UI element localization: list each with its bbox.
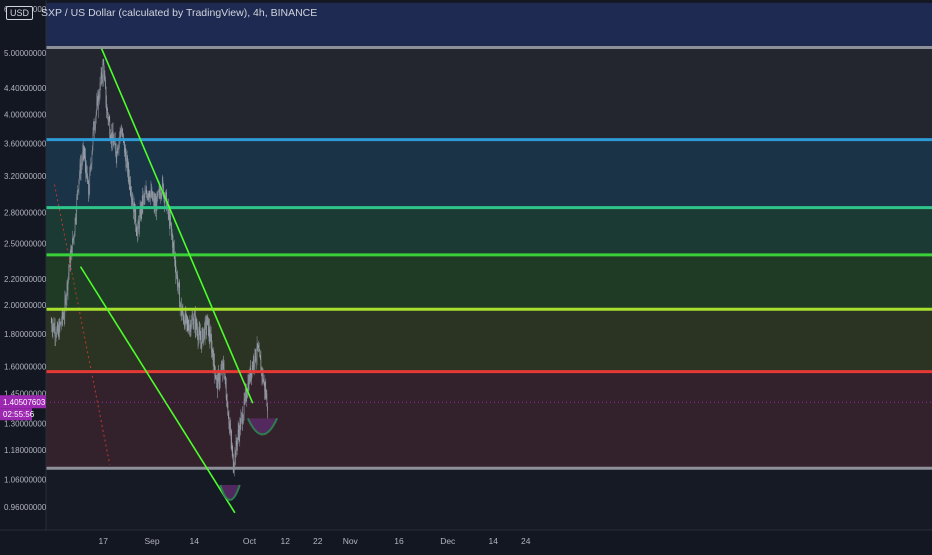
time-tick-label: 22 <box>313 536 323 546</box>
price-tick-label: 1.30000000 <box>4 420 47 429</box>
time-tick-label: 17 <box>99 536 109 546</box>
price-tick-label: 2.80000000 <box>4 209 47 218</box>
time-tick-label: Oct <box>243 536 257 546</box>
price-tick-label: 1.18000000 <box>4 446 47 455</box>
time-tick-label: 14 <box>190 536 200 546</box>
chart-header: USD SXP / US Dollar (calculated by Tradi… <box>0 0 317 26</box>
time-tick-label: 12 <box>281 536 291 546</box>
time-axis: 17 Sep 14 Oct 12 22 Nov 16 Dec 14 24 <box>0 529 932 550</box>
candle-body-385 <box>259 350 261 356</box>
time-axis-panel <box>0 530 932 550</box>
candle-body-95 <box>102 64 104 79</box>
candle-body-312 <box>219 373 221 381</box>
zone-band-7 <box>46 468 932 530</box>
candle-body-151 <box>132 202 134 204</box>
current-price-label: 1.40507603 <box>3 398 46 407</box>
zone-band-6 <box>46 371 932 469</box>
time-tick-label: Sep <box>144 536 159 546</box>
price-tick-label: 2.00000000 <box>4 301 47 310</box>
zone-band-5 <box>46 309 932 372</box>
candle-body-75 <box>91 154 93 165</box>
candle-body-301 <box>213 354 215 366</box>
currency-badge[interactable]: USD <box>6 6 34 20</box>
candle-body-220 <box>170 215 171 224</box>
candle-body-160 <box>137 222 139 232</box>
price-tick-label: 5.00000000 <box>4 49 47 58</box>
time-tick-label: 14 <box>489 536 499 546</box>
zone-band-2 <box>46 139 932 208</box>
chart-title: SXP / US Dollar (calculated by TradingVi… <box>41 7 318 19</box>
candle-body-100 <box>105 79 106 87</box>
candle-body-399 <box>267 406 268 412</box>
candle-body-33 <box>68 267 70 273</box>
zone-band-1 <box>46 47 932 140</box>
price-chart[interactable]: 5.00000000 4.40000000 4.00000000 3.60000000… <box>0 0 932 550</box>
candle-body-276 <box>200 339 202 343</box>
price-tick-label: 1.60000000 <box>4 362 47 371</box>
price-tick-label: 1.80000000 <box>4 330 47 339</box>
price-tick-label: 3.60000000 <box>4 139 47 148</box>
price-tick-label: 0.96000000 <box>4 503 47 512</box>
time-tick-label: 24 <box>521 536 531 546</box>
candle-body-264 <box>193 315 195 324</box>
price-tick-label: 3.20000000 <box>4 172 47 181</box>
candle-body-156 <box>135 209 137 226</box>
candle-body-173 <box>144 192 146 198</box>
price-tick-label: 4.00000000 <box>4 110 47 119</box>
time-tick-label: Dec <box>440 536 456 546</box>
price-tick-label: 1.06000000 <box>4 476 47 485</box>
candle-body-259 <box>191 319 192 328</box>
time-tick-label: 16 <box>394 536 404 546</box>
chart-root[interactable]: 5.00000000 4.40000000 4.00000000 3.60000000… <box>0 0 932 550</box>
candle-body-289 <box>207 316 209 319</box>
countdown-label: 02:55:56 <box>3 410 35 419</box>
candle-body-287 <box>206 324 208 330</box>
price-axis: 5.00000000 4.40000000 4.00000000 3.60000000… <box>0 0 47 550</box>
price-tick-label: 4.40000000 <box>4 84 47 93</box>
price-tick-label: 2.50000000 <box>4 240 47 249</box>
candle-body-319 <box>223 368 225 378</box>
time-tick-label: Nov <box>343 536 359 546</box>
price-tick-label: 2.20000000 <box>4 275 47 284</box>
